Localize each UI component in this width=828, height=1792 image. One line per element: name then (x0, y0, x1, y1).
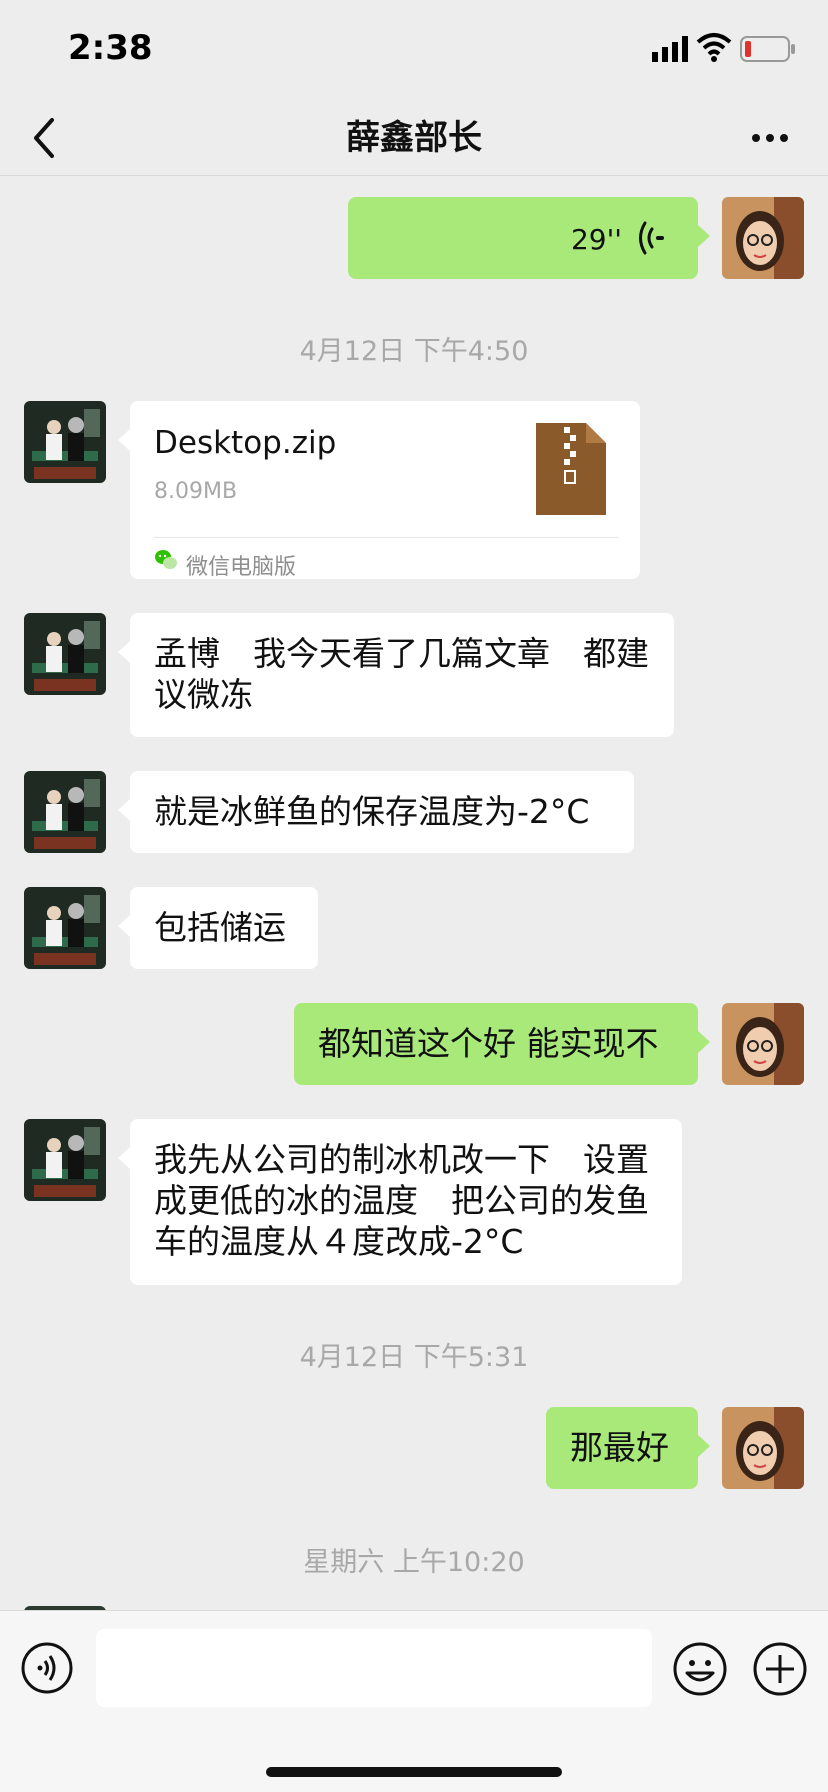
voice-message-bubble[interactable]: 29'' (348, 197, 710, 279)
message-input[interactable] (96, 1629, 652, 1707)
file-message-card[interactable]: Desktop.zip 8.09MB 微信电脑版 (118, 401, 640, 580)
zip-file-icon (536, 423, 606, 515)
message-timestamp: 4月12日 下午4:50 (299, 336, 529, 367)
wechat-logo-icon (155, 550, 177, 569)
file-size: 8.09MB (154, 479, 238, 504)
chat-header: 薛鑫部长 (0, 100, 828, 176)
chat-title: 薛鑫部长 (346, 118, 482, 158)
text-message-bubble[interactable]: 我先从公司的制冰机改一下 设置成更低的冰的温度 把公司的发鱼车的温度从４度改成-… (118, 1119, 682, 1285)
message-timestamp: 4月12日 下午5:31 (299, 1342, 529, 1373)
message-text: 就是冰鲜鱼的保存温度为-2°C (154, 792, 590, 831)
contact-avatar[interactable] (24, 1119, 106, 1201)
wifi-icon (696, 33, 732, 62)
message-text: 孟博 我今天看了几篇文章 都建议微冻 (154, 634, 649, 714)
cellular-signal-icon (652, 36, 688, 62)
contact-avatar[interactable] (24, 613, 106, 695)
voice-duration: 29'' (570, 223, 622, 256)
contact-avatar[interactable] (24, 401, 106, 483)
status-time: 2:38 (68, 28, 153, 68)
file-source-label: 微信电脑版 (186, 555, 297, 580)
message-timestamp: 星期六 上午10:20 (303, 1547, 525, 1578)
text-message-bubble[interactable]: 那最好 (546, 1407, 710, 1489)
voice-wave-icon (639, 221, 664, 255)
text-message-bubble[interactable]: 都知道这个好 能实现不 (294, 1003, 710, 1085)
contact-avatar[interactable] (24, 887, 106, 969)
message-text: 我先从公司的制冰机改一下 设置成更低的冰的温度 把公司的发鱼车的温度从４度改成-… (154, 1140, 649, 1261)
text-message-bubble[interactable]: 就是冰鲜鱼的保存温度为-2°C (118, 771, 634, 853)
input-bar (0, 1610, 828, 1792)
emoji-icon[interactable] (672, 1641, 728, 1697)
my-avatar[interactable] (722, 197, 804, 279)
message-text: 都知道这个好 能实现不 (318, 1024, 659, 1063)
battery-low-icon (740, 36, 795, 62)
my-avatar[interactable] (722, 1407, 804, 1489)
file-name: Desktop.zip (154, 425, 337, 461)
status-bar: 2:38 (0, 0, 828, 100)
contact-avatar[interactable] (24, 771, 106, 853)
my-avatar[interactable] (722, 1003, 804, 1085)
divider (154, 537, 618, 538)
message-text: 包括储运 (154, 908, 286, 947)
plus-icon[interactable] (752, 1641, 808, 1697)
more-options-icon[interactable] (750, 126, 790, 150)
home-indicator (266, 1767, 562, 1777)
text-message-bubble[interactable]: 包括储运 (118, 887, 318, 969)
text-message-bubble[interactable]: 孟博 我今天看了几篇文章 都建议微冻 (118, 613, 674, 737)
message-text: 那最好 (570, 1428, 669, 1467)
voice-input-toggle-icon[interactable] (20, 1641, 74, 1695)
